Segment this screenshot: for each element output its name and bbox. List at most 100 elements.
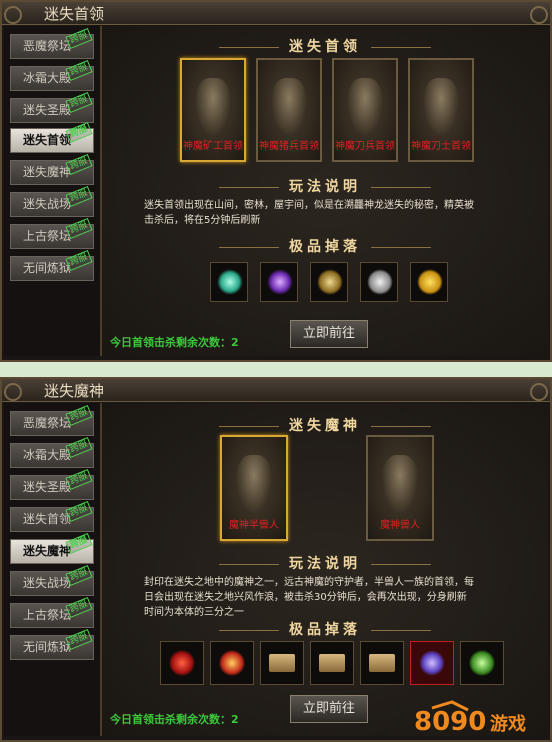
silver-ore-icon bbox=[367, 269, 393, 295]
content-area: 迷失首领 神魔矿工首领 神魔猪兵首领 神魔刀兵首领 神魔刀士首领 玩法说明 迷失… bbox=[102, 26, 548, 356]
ornament-icon bbox=[530, 383, 548, 401]
tab-label: 上古祭坛 bbox=[23, 608, 72, 622]
boss-portrait bbox=[382, 455, 418, 513]
cross-server-badge: 跨服 bbox=[65, 27, 93, 50]
remaining-count: 2 bbox=[231, 713, 239, 726]
boss-portrait bbox=[347, 78, 383, 136]
scroll-icon bbox=[319, 654, 345, 672]
sidebar-item[interactable]: 迷失战场 跨服 bbox=[10, 185, 94, 217]
ornament-icon bbox=[530, 6, 548, 24]
tab-label: 迷失圣殿 bbox=[23, 480, 72, 494]
scroll-icon bbox=[269, 654, 295, 672]
green-potion-icon bbox=[469, 650, 495, 676]
remaining-label: 今日首领击杀剩余次数： bbox=[110, 713, 231, 726]
remaining-count: 2 bbox=[231, 336, 239, 349]
rules-line: 日会出现在迷失之地兴风作浪，被击杀30分钟后，会再次出现，分身刷新 bbox=[144, 592, 467, 603]
go-now-button[interactable]: 立即前往 bbox=[290, 320, 368, 348]
cross-server-badge: 跨服 bbox=[65, 468, 93, 491]
drop-item[interactable] bbox=[260, 641, 304, 685]
rules-text: 迷失首领出现在山间，密林，屋宇间，似是在溯龘神龙迷失的秘密，精英被 击杀后，将在… bbox=[144, 198, 514, 228]
sidebar-item[interactable]: 恶魔祭坛 跨服 bbox=[10, 27, 94, 59]
sidebar-item[interactable]: 迷失首领 跨服 bbox=[10, 500, 94, 532]
sidebar-item[interactable]: 迷失圣殿 跨服 bbox=[10, 468, 94, 500]
sidebar-item[interactable]: 上古祭坛 跨服 bbox=[10, 217, 94, 249]
boss-portrait bbox=[423, 78, 459, 136]
boss-name: 神魔猪兵首领 bbox=[259, 141, 319, 152]
cross-server-badge: 跨服 bbox=[65, 121, 93, 144]
remaining-kills: 今日首领击杀剩余次数：2 bbox=[110, 334, 239, 350]
cross-server-badge: 跨服 bbox=[65, 91, 93, 114]
drops-title: 极品掉落 bbox=[102, 236, 548, 256]
red-dragon-icon bbox=[169, 650, 195, 676]
boss-card[interactable]: 魔神半兽人 bbox=[220, 435, 288, 541]
drop-item[interactable] bbox=[210, 641, 254, 685]
gold-ring-icon bbox=[317, 269, 343, 295]
drop-item[interactable] bbox=[410, 262, 448, 302]
sidebar-item-active[interactable]: 迷失魔神 跨服 bbox=[10, 532, 94, 564]
boss-portrait bbox=[236, 455, 272, 513]
boss-name: 神魔刀兵首领 bbox=[335, 141, 395, 152]
rules-title: 玩法说明 bbox=[102, 553, 548, 573]
sidebar-item[interactable]: 冰霜大殿 跨服 bbox=[10, 59, 94, 91]
purple-crystal-icon bbox=[419, 650, 445, 676]
tab-label: 无间炼狱 bbox=[23, 261, 72, 275]
sidebar-item[interactable]: 恶魔祭坛 跨服 bbox=[10, 404, 94, 436]
boss-portrait bbox=[271, 78, 307, 136]
title-bar: 迷失魔神 bbox=[2, 379, 550, 402]
drop-item[interactable] bbox=[360, 262, 398, 302]
cross-server-badge: 跨服 bbox=[65, 185, 93, 208]
drop-item[interactable] bbox=[360, 641, 404, 685]
cross-server-badge: 跨服 bbox=[65, 532, 93, 555]
sidebar-item[interactable]: 迷失魔神 跨服 bbox=[10, 153, 94, 185]
boss-card[interactable]: 神魔矿工首领 bbox=[180, 58, 246, 162]
cross-server-badge: 跨服 bbox=[65, 153, 93, 176]
section-title: 迷失首领 bbox=[102, 36, 548, 56]
drop-item[interactable] bbox=[160, 641, 204, 685]
sidebar: 恶魔祭坛 跨服 冰霜大殿 跨服 迷失圣殿 跨服 迷失首领 跨服 迷失魔神 跨服 迷失战场跨… bbox=[4, 403, 102, 736]
scroll-icon bbox=[369, 654, 395, 672]
sidebar-item-active[interactable]: 迷失首领 跨服 bbox=[10, 121, 94, 153]
go-now-button[interactable]: 立即前往 bbox=[290, 695, 368, 723]
sidebar: 恶魔祭坛 跨服 冰霜大殿 跨服 迷失圣殿 跨服 迷失首领 跨服 迷失魔神 跨服 迷失战场跨… bbox=[4, 26, 102, 356]
sidebar-item[interactable]: 无间炼狱 跨服 bbox=[10, 628, 94, 660]
boss-card[interactable]: 神魔刀兵首领 bbox=[332, 58, 398, 162]
boss-card[interactable]: 神魔刀士首领 bbox=[408, 58, 474, 162]
drop-item[interactable] bbox=[210, 262, 248, 302]
rules-text: 封印在迷失之地中的魔神之一，远古神魔的守护者，半兽人一族的首领，每 日会出现在迷… bbox=[144, 575, 524, 620]
boss-name: 魔神半兽人 bbox=[229, 520, 279, 531]
window-title: 迷失魔神 bbox=[44, 382, 105, 400]
tab-label: 迷失首领 bbox=[23, 512, 72, 526]
section-title: 迷失魔神 bbox=[102, 415, 548, 435]
tab-label: 迷失首领 bbox=[23, 133, 72, 147]
cross-server-badge: 跨服 bbox=[65, 500, 93, 523]
tab-label: 冰霜大殿 bbox=[23, 448, 72, 462]
sidebar-item[interactable]: 迷失战场 跨服 bbox=[10, 564, 94, 596]
drop-item[interactable] bbox=[260, 262, 298, 302]
sidebar-item[interactable]: 无间炼狱 跨服 bbox=[10, 249, 94, 281]
cross-server-badge: 跨服 bbox=[65, 436, 93, 459]
ornament-icon bbox=[4, 383, 22, 401]
cross-server-badge: 跨服 bbox=[65, 217, 93, 240]
cross-server-badge: 跨服 bbox=[65, 596, 93, 619]
boss-name: 神魔刀士首领 bbox=[411, 141, 471, 152]
sidebar-item[interactable]: 上古祭坛 跨服 bbox=[10, 596, 94, 628]
rules-line: 时间为本体的三分之一 bbox=[144, 607, 244, 618]
tab-label: 迷失魔神 bbox=[23, 544, 72, 558]
drops-title: 极品掉落 bbox=[102, 619, 548, 639]
boss-card[interactable]: 魔神兽人 bbox=[366, 435, 434, 541]
rules-title: 玩法说明 bbox=[102, 176, 548, 196]
tab-label: 迷失魔神 bbox=[23, 165, 72, 179]
brand-logo: 8090 游戏 bbox=[412, 698, 542, 738]
tab-label: 恶魔祭坛 bbox=[23, 39, 72, 53]
drop-item[interactable] bbox=[310, 641, 354, 685]
svg-text:8090: 8090 bbox=[414, 707, 486, 737]
purple-sword-icon bbox=[267, 269, 293, 295]
remaining-label: 今日首领击杀剩余次数： bbox=[110, 336, 231, 349]
drop-item[interactable] bbox=[310, 262, 348, 302]
sidebar-item[interactable]: 冰霜大殿 跨服 bbox=[10, 436, 94, 468]
sidebar-item[interactable]: 迷失圣殿 跨服 bbox=[10, 91, 94, 123]
drop-item[interactable] bbox=[410, 641, 454, 685]
boss-card[interactable]: 神魔猪兵首领 bbox=[256, 58, 322, 162]
tab-label: 迷失战场 bbox=[23, 576, 72, 590]
drop-item[interactable] bbox=[460, 641, 504, 685]
